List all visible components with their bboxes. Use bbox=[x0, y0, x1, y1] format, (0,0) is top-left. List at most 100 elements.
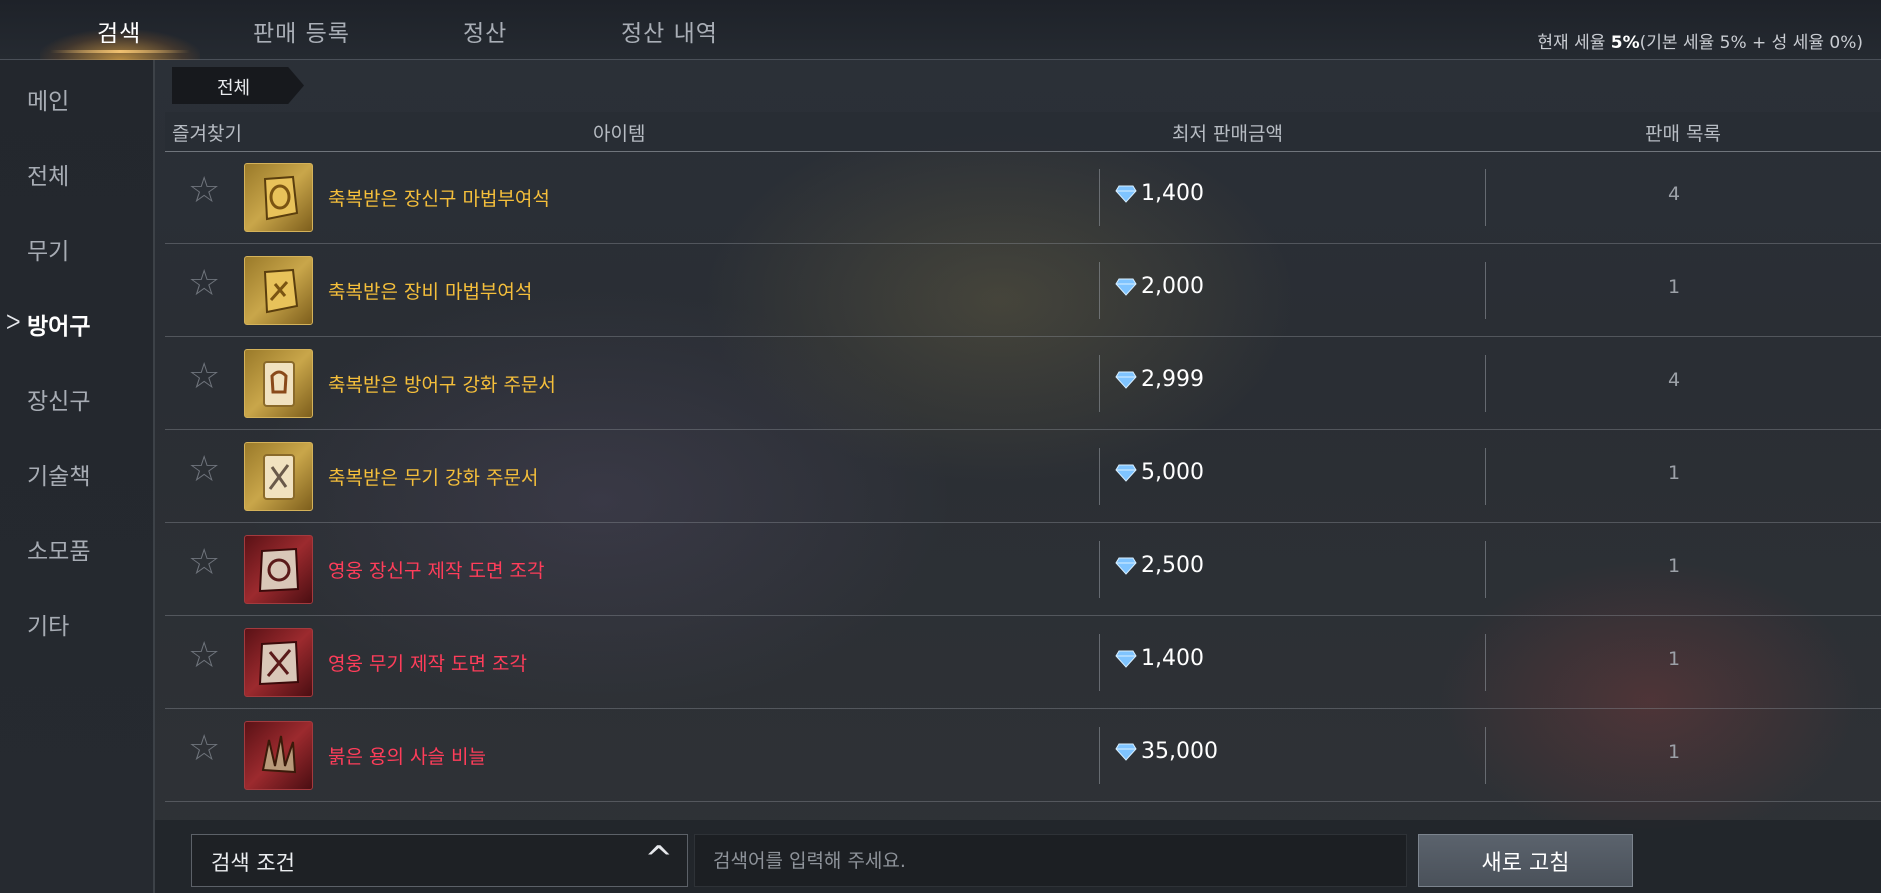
price-value: 5,000 bbox=[1141, 460, 1204, 485]
dragon-scale-icon bbox=[244, 721, 313, 790]
search-condition-dropdown[interactable]: 검색 조건 ^ bbox=[191, 834, 688, 887]
weapon-scroll-icon bbox=[244, 442, 313, 511]
tax-prefix: 현재 세율 bbox=[1537, 33, 1611, 53]
tab-sell-register[interactable]: 판매 등록 bbox=[253, 14, 350, 48]
column-divider bbox=[1099, 727, 1100, 784]
active-arrow-icon: ᐳ bbox=[6, 310, 21, 334]
table-row[interactable]: ☆ 영웅 장신구 제작 도면 조각 2,500 1 bbox=[165, 523, 1881, 616]
diamond-icon bbox=[1115, 185, 1137, 203]
header-item: 아이템 bbox=[593, 123, 646, 145]
item-name: 붉은 용의 사슬 비늘 bbox=[328, 746, 486, 768]
column-divider bbox=[1485, 448, 1486, 505]
price-value: 2,000 bbox=[1141, 274, 1204, 299]
listing-count: 1 bbox=[1668, 276, 1681, 298]
lowest-price: 5,000 bbox=[1115, 460, 1204, 485]
column-divider bbox=[1099, 541, 1100, 598]
column-divider bbox=[1099, 169, 1100, 226]
listing-count: 1 bbox=[1668, 555, 1681, 577]
item-name: 축복받은 무기 강화 주문서 bbox=[328, 467, 539, 489]
column-divider bbox=[1485, 355, 1486, 412]
column-divider bbox=[1099, 262, 1100, 319]
table-row[interactable]: ☆ 붉은 용의 사슬 비늘 35,000 1 bbox=[165, 709, 1881, 802]
sidebar-item-skillbook[interactable]: 기술책 bbox=[27, 457, 90, 491]
sidebar-item-etc[interactable]: 기타 bbox=[27, 607, 69, 641]
chevron-up-icon: ^ bbox=[644, 839, 674, 879]
refresh-button[interactable]: 새로 고침 bbox=[1418, 834, 1633, 887]
item-name: 축복받은 장비 마법부여석 bbox=[328, 281, 533, 303]
table-row[interactable]: ☆ 축복받은 장신구 마법부여석 1,400 4 bbox=[165, 151, 1881, 244]
price-value: 2,999 bbox=[1141, 367, 1204, 392]
header-lowest-price[interactable]: 최저 판매금액 bbox=[1172, 119, 1283, 146]
price-value: 35,000 bbox=[1141, 739, 1218, 764]
item-name: 영웅 무기 제작 도면 조각 bbox=[328, 653, 527, 675]
listing-count: 1 bbox=[1668, 462, 1681, 484]
favorite-star-icon[interactable]: ☆ bbox=[188, 266, 220, 302]
item-name: 영웅 장신구 제작 도면 조각 bbox=[328, 560, 545, 582]
listing-count: 1 bbox=[1668, 648, 1681, 670]
column-divider bbox=[1485, 634, 1486, 691]
column-divider bbox=[1485, 541, 1486, 598]
lowest-price: 1,400 bbox=[1115, 646, 1204, 671]
diamond-icon bbox=[1115, 557, 1137, 575]
lowest-price: 2,000 bbox=[1115, 274, 1204, 299]
tab-search[interactable]: 검색 bbox=[97, 14, 141, 48]
lowest-price: 2,500 bbox=[1115, 553, 1204, 578]
top-tab-bar: 검색 판매 등록 정산 정산 내역 현재 세율 5%(기본 세율 5% + 성 … bbox=[0, 0, 1881, 60]
price-value: 2,500 bbox=[1141, 553, 1204, 578]
favorite-star-icon[interactable]: ☆ bbox=[188, 359, 220, 395]
table-row[interactable]: ☆ 축복받은 무기 강화 주문서 5,000 1 bbox=[165, 430, 1881, 523]
diamond-icon bbox=[1115, 650, 1137, 668]
lowest-price: 1,400 bbox=[1115, 181, 1204, 206]
sidebar-item-all[interactable]: 전체 bbox=[27, 157, 69, 191]
table-row[interactable]: ☆ 축복받은 방어구 강화 주문서 2,999 4 bbox=[165, 337, 1881, 430]
search-condition-label: 검색 조건 bbox=[211, 851, 295, 875]
listing-count: 4 bbox=[1668, 369, 1681, 391]
tab-settlement[interactable]: 정산 bbox=[463, 14, 507, 48]
active-tab-underline bbox=[50, 50, 190, 53]
table-row[interactable]: ☆ 축복받은 장비 마법부여석 2,000 1 bbox=[165, 244, 1881, 337]
column-divider bbox=[1485, 169, 1486, 226]
column-divider bbox=[1099, 355, 1100, 412]
favorite-star-icon[interactable]: ☆ bbox=[188, 638, 220, 674]
armor-scroll-icon bbox=[244, 349, 313, 418]
sidebar-item-consumable[interactable]: 소모품 bbox=[27, 532, 90, 566]
search-input[interactable] bbox=[694, 834, 1407, 887]
ring-enchant-stone-icon bbox=[244, 163, 313, 232]
table-row[interactable]: ☆ 영웅 무기 제작 도면 조각 1,400 1 bbox=[165, 616, 1881, 709]
breadcrumb[interactable]: 전체 bbox=[172, 67, 304, 104]
favorite-star-icon[interactable]: ☆ bbox=[188, 731, 220, 767]
equipment-enchant-stone-icon bbox=[244, 256, 313, 325]
diamond-icon bbox=[1115, 278, 1137, 296]
sidebar-item-armor[interactable]: 방어구 bbox=[27, 307, 90, 341]
tax-rate-info: 현재 세율 5%(기본 세율 5% + 성 세율 0%) bbox=[1537, 28, 1863, 53]
lowest-price: 35,000 bbox=[1115, 739, 1218, 764]
favorite-star-icon[interactable]: ☆ bbox=[188, 545, 220, 581]
sidebar-item-accessory[interactable]: 장신구 bbox=[27, 382, 90, 416]
tax-detail: (기본 세율 5% + 성 세율 0%) bbox=[1639, 33, 1863, 53]
price-value: 1,400 bbox=[1141, 646, 1204, 671]
sidebar-item-main[interactable]: 메인 bbox=[27, 82, 69, 116]
diamond-icon bbox=[1115, 371, 1137, 389]
item-name: 축복받은 방어구 강화 주문서 bbox=[328, 374, 556, 396]
listing-count: 4 bbox=[1668, 183, 1681, 205]
diamond-icon bbox=[1115, 464, 1137, 482]
item-name: 축복받은 장신구 마법부여석 bbox=[328, 188, 550, 210]
tax-rate: 5% bbox=[1610, 33, 1640, 53]
category-sidebar: 메인 전체 무기 ᐳ 방어구 장신구 기술책 소모품 기타 bbox=[0, 60, 155, 893]
accessory-blueprint-icon bbox=[244, 535, 313, 604]
column-divider bbox=[1485, 727, 1486, 784]
tab-settlement-history[interactable]: 정산 내역 bbox=[621, 14, 718, 48]
price-value: 1,400 bbox=[1141, 181, 1204, 206]
column-divider bbox=[1099, 448, 1100, 505]
lowest-price: 2,999 bbox=[1115, 367, 1204, 392]
favorite-star-icon[interactable]: ☆ bbox=[188, 452, 220, 488]
sidebar-item-weapon[interactable]: 무기 bbox=[27, 232, 69, 266]
listing-count: 1 bbox=[1668, 741, 1681, 763]
favorite-star-icon[interactable]: ☆ bbox=[188, 173, 220, 209]
header-favorite: 즐겨찾기 bbox=[172, 123, 242, 145]
diamond-icon bbox=[1115, 743, 1137, 761]
header-listings[interactable]: 판매 목록 bbox=[1645, 119, 1721, 146]
column-divider bbox=[1099, 634, 1100, 691]
table-header: 즐겨찾기 아이템 최저 판매금액 판매 목록 bbox=[165, 112, 1881, 152]
weapon-blueprint-icon bbox=[244, 628, 313, 697]
